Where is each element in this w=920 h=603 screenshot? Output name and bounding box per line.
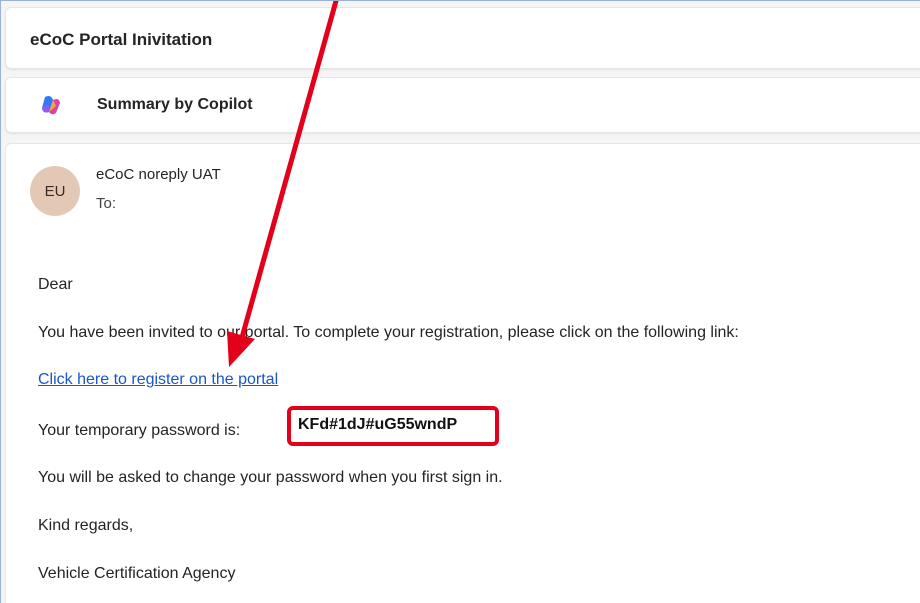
change-password-notice: You will be asked to change your passwor… xyxy=(38,469,503,486)
subject-header: eCoC Portal Inivitation xyxy=(5,7,920,69)
recipient-label: To: xyxy=(96,195,117,212)
sender-name[interactable]: eCoC noreply UAT xyxy=(96,166,221,183)
copilot-icon xyxy=(40,94,62,116)
intro-text: You have been invited to our portal. To … xyxy=(38,324,739,341)
signature-text: Vehicle Certification Agency xyxy=(38,565,236,582)
password-label: Your temporary password is: xyxy=(38,422,241,439)
copilot-summary-button[interactable]: Summary by Copilot xyxy=(5,77,920,133)
temporary-password: KFd#1dJ#uG55wndP xyxy=(298,416,458,433)
avatar[interactable]: EU xyxy=(30,166,80,216)
closing-text: Kind regards, xyxy=(38,517,134,534)
greeting-text: Dear xyxy=(38,276,73,293)
email-subject: eCoC Portal Inivitation xyxy=(30,30,213,49)
email-reading-pane: eCoC Portal Inivitation Summary by Copil… xyxy=(0,0,920,603)
register-link[interactable]: Click here to register on the portal xyxy=(38,371,278,389)
avatar-initials: EU xyxy=(44,182,66,200)
copilot-summary-label: Summary by Copilot xyxy=(97,96,253,113)
